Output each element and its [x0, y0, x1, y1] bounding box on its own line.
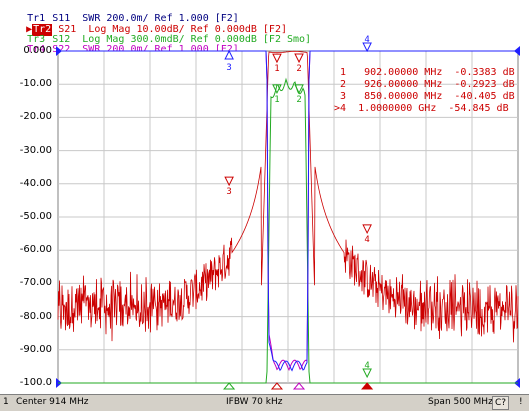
correction-indicator[interactable]: C?	[492, 396, 510, 410]
marker-readout-2: 2 926.00000 MHz -0.2923 dB	[334, 79, 515, 90]
top-marker-3-label: 3	[226, 63, 231, 73]
center-frequency[interactable]: Center 914 MHz	[16, 395, 88, 410]
bottom-marker-1	[270, 382, 284, 390]
status-bar: 1 Center 914 MHz IFBW 70 kHz Span 500 MH…	[0, 394, 529, 411]
marker-2-label: 2	[296, 64, 301, 74]
status-alert-icon: !	[519, 397, 523, 407]
bottom-marker-4	[361, 382, 374, 390]
if-bandwidth[interactable]: IFBW 70 kHz	[226, 395, 282, 410]
marker-readout-1: 1 902.00000 MHz -0.3383 dB	[334, 67, 515, 78]
marker-3-label: 3	[226, 187, 231, 197]
marker-1-label: 1	[274, 64, 279, 74]
bottom-marker-2	[292, 382, 306, 390]
measurement-plot[interactable]: 1 2341 2434	[0, 0, 529, 394]
marker-readout-4: >4 1.0000000 GHz -54.845 dB	[334, 103, 509, 114]
channel-number: 1	[3, 397, 9, 407]
bottom-marker-3	[223, 382, 236, 390]
marker-s12-1-label: 1	[274, 95, 279, 105]
marker-4-label: 4	[364, 235, 369, 245]
marker-readout-3: 3 850.00000 MHz -40.405 dB	[334, 91, 515, 102]
marker-s12-4-label: 4	[364, 361, 369, 371]
vna-screen: Tr1 S11 SWR 200.0m/ Ref 1.000 [F2] ▶Tr2 …	[0, 0, 529, 411]
marker-s12-2-label: 2	[296, 95, 301, 105]
span-frequency[interactable]: Span 500 MHz	[428, 395, 493, 410]
